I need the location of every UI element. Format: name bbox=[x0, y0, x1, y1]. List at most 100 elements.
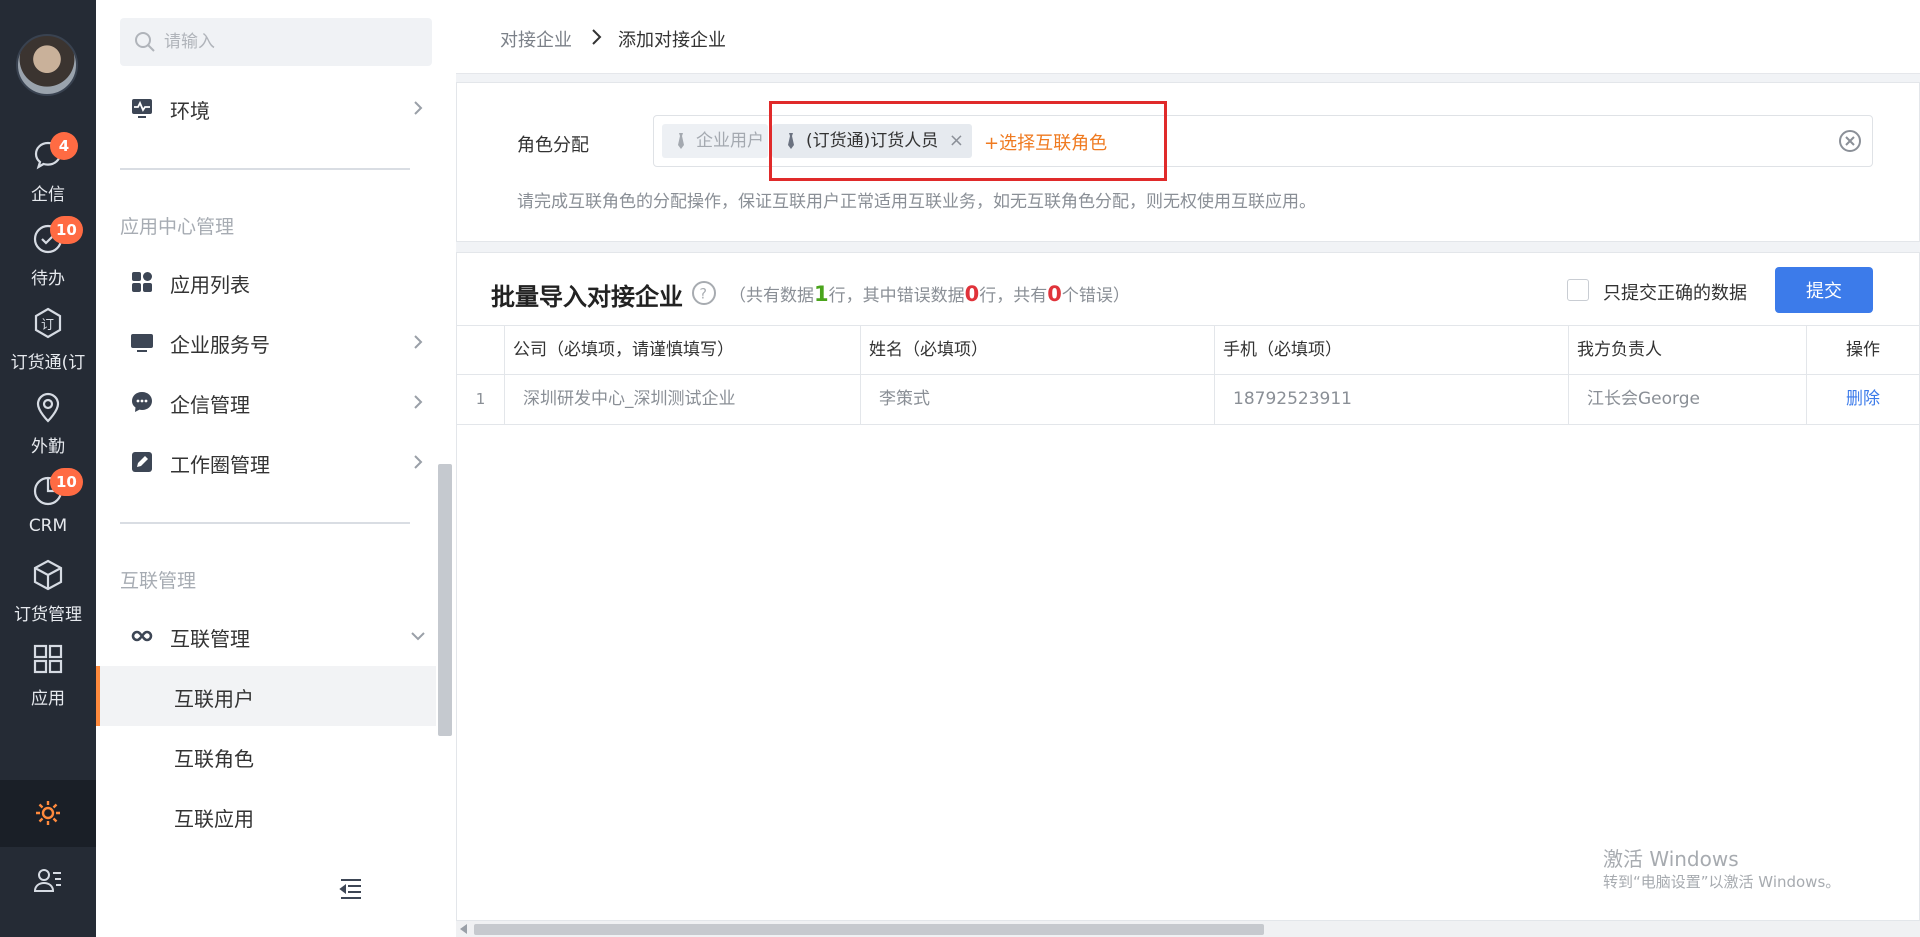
rail-item-order[interactable]: 订 订货通(订 bbox=[0, 300, 96, 384]
stats-mid1: 行，其中错误数据 bbox=[828, 286, 965, 306]
breadcrumb-current: 添加对接企业 bbox=[618, 30, 726, 51]
submit-button[interactable]: 提交 bbox=[1775, 267, 1873, 313]
col-name: 姓名（必填项） bbox=[861, 326, 1215, 376]
rail-item-label: 外勤 bbox=[31, 437, 65, 457]
section-title-interconnect: 互联管理 bbox=[120, 570, 197, 592]
rail-item-label: 应用 bbox=[31, 689, 65, 709]
rail-item-label: 订货通(订 bbox=[10, 353, 86, 373]
order-hexagon-icon: 订 bbox=[34, 307, 62, 339]
sub-item-interconnect-roles[interactable]: 互联角色 bbox=[96, 726, 436, 786]
rail-item-chat[interactable]: 4 企信 bbox=[0, 132, 96, 216]
menu-item-label: 企业服务号 bbox=[170, 333, 270, 357]
chevron-down-icon bbox=[411, 632, 425, 641]
cube-icon bbox=[33, 559, 63, 591]
collapse-menu-icon[interactable] bbox=[338, 876, 364, 902]
import-stats: （共有数据1行，其中错误数据0行，共有0个错误） bbox=[729, 281, 1130, 306]
sub-item-label: 互联应用 bbox=[174, 807, 254, 831]
rail-item-label: CRM bbox=[28, 516, 68, 536]
menu-item-message-manage[interactable]: 企信管理 bbox=[120, 376, 432, 428]
avatar[interactable] bbox=[16, 34, 78, 96]
error-count: 0 bbox=[1047, 282, 1062, 306]
main-content: 对接企业 添加对接企业 角色分配 企业用户 (订货通)订货人员 × +选择互联角… bbox=[456, 0, 1920, 937]
divider bbox=[120, 168, 410, 170]
chevron-right-icon bbox=[414, 101, 423, 115]
cell-name[interactable]: 李策式 bbox=[861, 375, 1215, 425]
role-hint: 请完成互联角色的分配操作，保证互联用户正常适用互联业务，如无互联角色分配，则无权… bbox=[517, 192, 1316, 212]
secondary-sidebar: 环境 应用中心管理 应用列表 企业服务号 企信管理 工作圈管理 互联管理 互联管… bbox=[96, 0, 456, 937]
sub-item-label: 互联角色 bbox=[174, 747, 254, 771]
cell-phone[interactable]: 18792523911 bbox=[1215, 375, 1569, 425]
edit-icon bbox=[132, 452, 152, 472]
only-correct-checkbox[interactable] bbox=[1567, 279, 1589, 301]
menu-item-label: 互联管理 bbox=[170, 627, 250, 651]
col-phone: 手机（必填项） bbox=[1215, 326, 1569, 376]
apps-grid-icon bbox=[132, 272, 152, 292]
message-dots-icon bbox=[132, 392, 152, 412]
cell-manager[interactable]: 江长会George bbox=[1569, 375, 1807, 425]
search-input[interactable] bbox=[164, 18, 424, 66]
menu-item-service-account[interactable]: 企业服务号 bbox=[120, 316, 432, 368]
cell-company[interactable]: 深圳研发中心_深圳测试企业 bbox=[505, 375, 861, 425]
divider bbox=[120, 522, 410, 524]
scrollbar-thumb[interactable] bbox=[474, 924, 1264, 935]
import-title: 批量导入对接企业 bbox=[491, 283, 683, 311]
highlight-box bbox=[769, 101, 1167, 181]
sub-item-interconnect-apps[interactable]: 互联应用 bbox=[96, 786, 436, 846]
search-icon bbox=[135, 32, 155, 52]
menu-item-label: 环境 bbox=[170, 99, 210, 123]
rail-item-crm[interactable]: 10 CRM bbox=[0, 468, 96, 552]
rail-settings[interactable] bbox=[0, 780, 96, 847]
help-circle-icon[interactable]: ? bbox=[691, 280, 717, 306]
total-rows: 1 bbox=[814, 282, 829, 306]
rail-item-field[interactable]: 外勤 bbox=[0, 384, 96, 468]
rail-item-todo[interactable]: 10 待办 bbox=[0, 216, 96, 300]
gear-icon bbox=[36, 801, 60, 825]
rail-item-apps[interactable]: 应用 bbox=[0, 636, 96, 720]
crm-badge: 10 bbox=[50, 468, 83, 496]
chevron-right-icon bbox=[414, 455, 423, 469]
breadcrumb-parent[interactable]: 对接企业 bbox=[500, 26, 572, 52]
menu-item-app-list[interactable]: 应用列表 bbox=[120, 256, 432, 308]
stats-prefix: （共有数据 bbox=[729, 286, 814, 306]
scroll-left-arrow-icon[interactable] bbox=[460, 924, 468, 934]
infinity-link-icon bbox=[131, 630, 153, 642]
delete-row-link[interactable]: 删除 bbox=[1807, 375, 1919, 425]
search-box[interactable] bbox=[120, 18, 432, 66]
menu-item-workcircle-manage[interactable]: 工作圈管理 bbox=[120, 436, 432, 488]
windows-watermark-text: 转到“电脑设置”以激活 Windows。 bbox=[1603, 873, 1841, 891]
menu-item-interconnect[interactable]: 互联管理 bbox=[120, 610, 432, 662]
role-assign-label: 角色分配 bbox=[517, 135, 589, 156]
rail-profile[interactable] bbox=[0, 857, 96, 907]
col-company: 公司（必填项，请谨慎填写） bbox=[505, 326, 861, 376]
chevron-right-icon bbox=[414, 335, 423, 349]
menu-item-label: 工作圈管理 bbox=[170, 453, 270, 477]
row-index: 1 bbox=[457, 375, 505, 425]
stats-mid2: 行，共有 bbox=[979, 286, 1048, 306]
table-row: 1 深圳研发中心_深圳测试企业 李策式 18792523911 江长会Georg… bbox=[457, 375, 1919, 425]
sidebar-scrollbar[interactable] bbox=[438, 464, 452, 736]
monitor-pulse-icon bbox=[132, 99, 152, 118]
clear-circle-icon[interactable] bbox=[1838, 129, 1862, 153]
menu-item-label: 企信管理 bbox=[170, 393, 250, 417]
svg-text:订: 订 bbox=[41, 318, 54, 333]
col-manager: 我方负责人 bbox=[1569, 326, 1807, 376]
rail-item-order-manage[interactable]: 订货管理 bbox=[0, 552, 96, 636]
user-list-icon bbox=[33, 869, 61, 892]
role-tag-enterprise-user: 企业用户 bbox=[662, 124, 768, 158]
error-rows: 0 bbox=[964, 282, 980, 306]
windows-watermark-title: 激活 Windows bbox=[1603, 847, 1739, 871]
section-title-app-center: 应用中心管理 bbox=[120, 216, 235, 238]
chevron-right-icon bbox=[592, 29, 602, 45]
table-header-row: 公司（必填项，请谨慎填写） 姓名（必填项） 手机（必填项） 我方负责人 操作 bbox=[457, 325, 1919, 376]
menu-item-label: 应用列表 bbox=[170, 273, 250, 297]
sub-item-label: 互联用户 bbox=[174, 687, 254, 711]
only-correct-label: 只提交正确的数据 bbox=[1603, 283, 1747, 304]
rail-item-label: 订货管理 bbox=[14, 605, 82, 625]
tie-icon bbox=[678, 133, 684, 149]
stats-suffix: 个错误） bbox=[1061, 286, 1130, 306]
horizontal-scrollbar[interactable] bbox=[456, 920, 1920, 937]
col-operation: 操作 bbox=[1846, 340, 1880, 360]
rail-item-label: 企信 bbox=[31, 185, 65, 205]
menu-item-environment[interactable]: 环境 bbox=[120, 82, 432, 134]
sub-item-interconnect-users[interactable]: 互联用户 bbox=[96, 666, 436, 726]
